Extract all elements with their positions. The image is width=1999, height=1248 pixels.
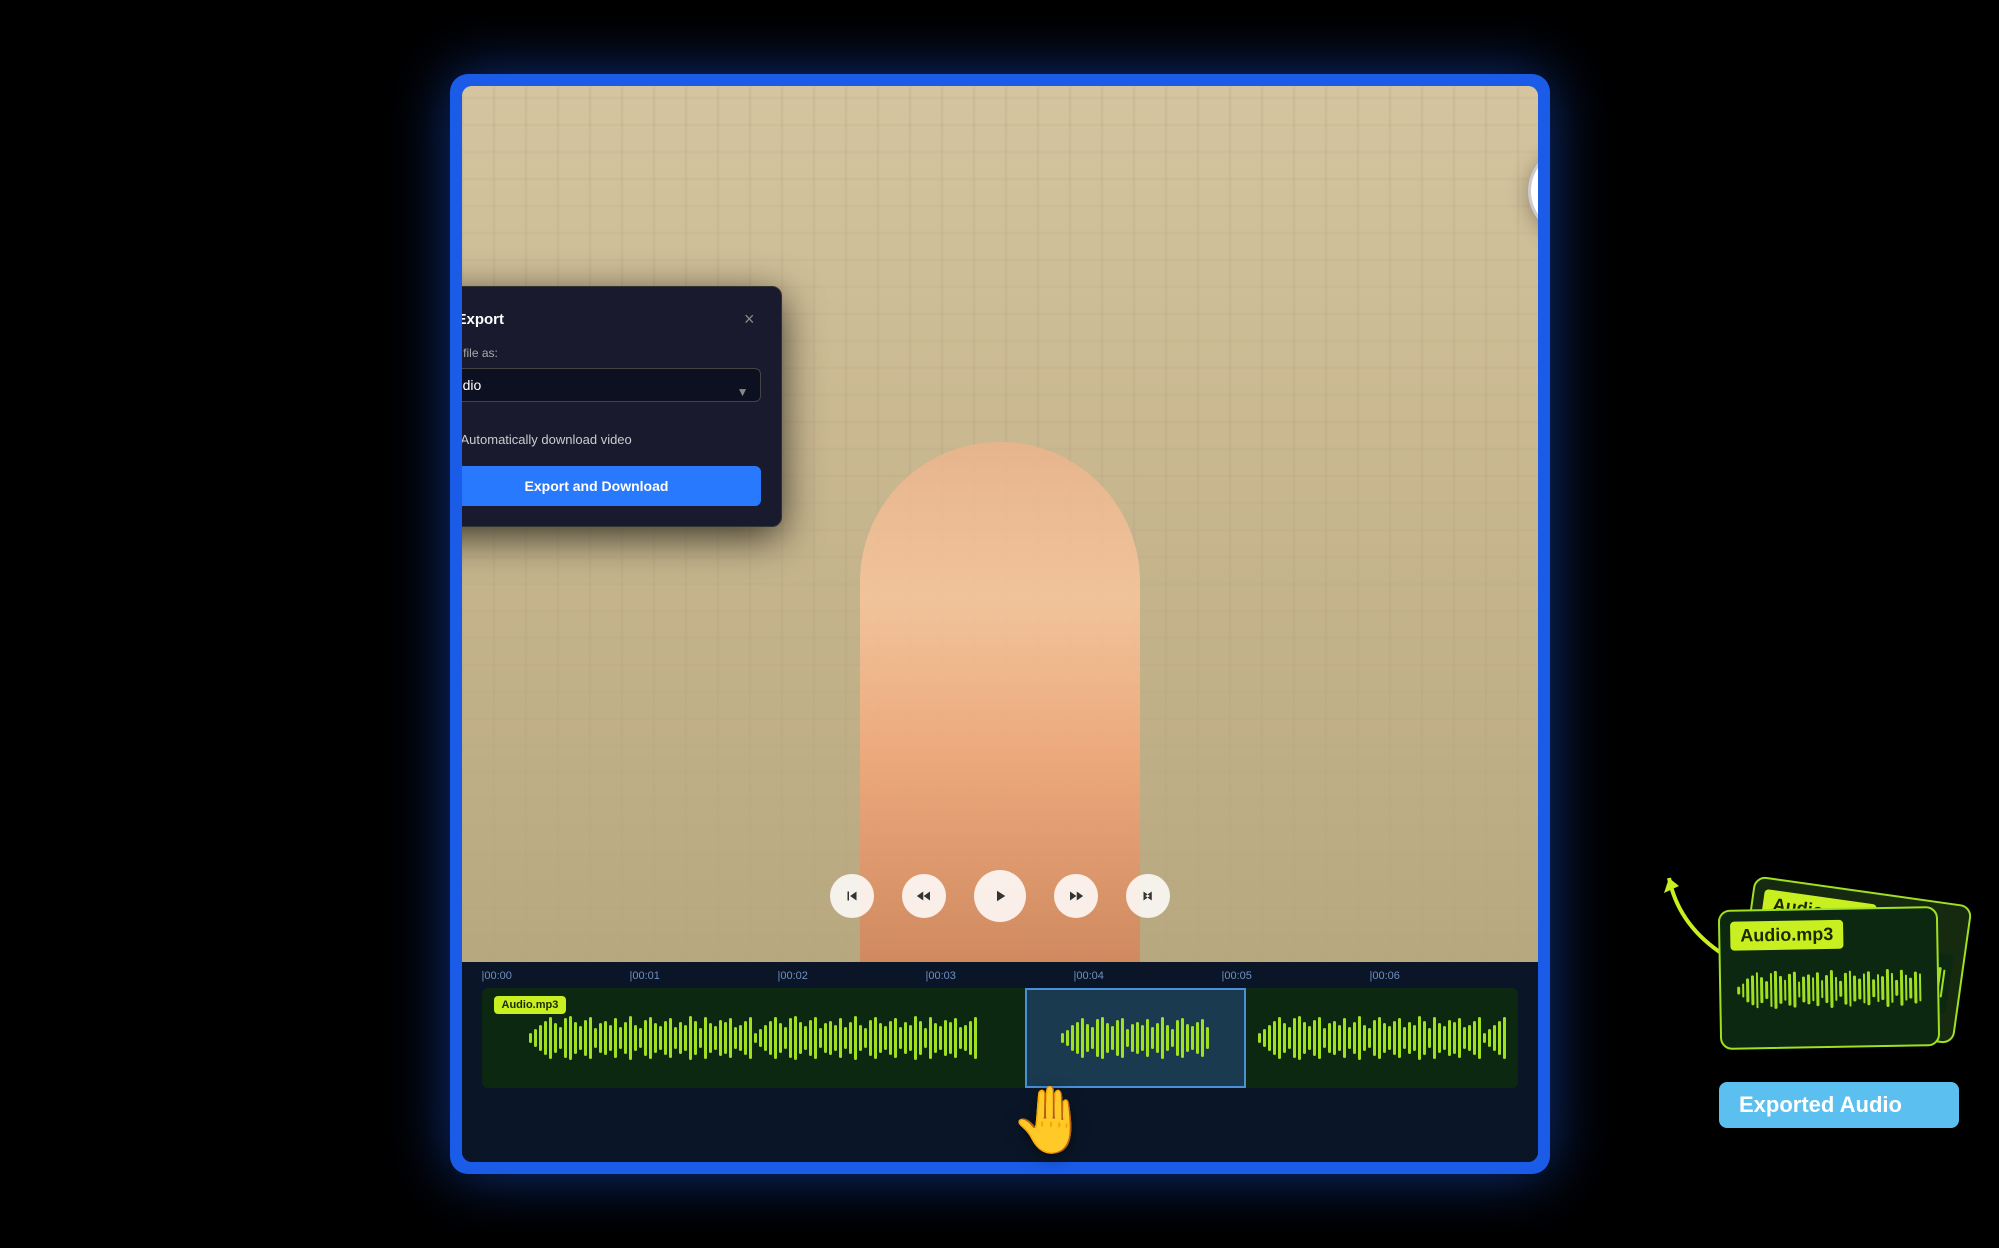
- waveform-bars-selected: [1061, 1004, 1209, 1071]
- dialog-title: Export: [462, 311, 505, 328]
- fast-forward-button[interactable]: [1054, 874, 1098, 918]
- time-mark-2: |00:02: [778, 970, 926, 982]
- skip-forward-icon: [1139, 887, 1157, 905]
- skip-back-button[interactable]: [830, 874, 874, 918]
- time-mark-6: |00:06: [1370, 970, 1518, 982]
- audio-file-stack: Audio.mp3 Audio.mp3: [1719, 890, 1959, 1070]
- app-window: Export × Save file as: Audio Video GIF ▼: [450, 74, 1550, 1174]
- waveform-bars-right: [1258, 1003, 1506, 1073]
- format-select-wrapper: Audio Video GIF ▼: [462, 368, 761, 416]
- waveform-segment-right[interactable]: [1246, 988, 1518, 1088]
- time-mark-4: |00:04: [1074, 970, 1222, 982]
- audio-filename-front: Audio.mp3: [1730, 920, 1843, 951]
- track-label: Audio.mp3: [494, 996, 567, 1014]
- skip-back-icon: [843, 887, 861, 905]
- playback-controls: [830, 870, 1170, 922]
- audio-track: Audio.mp3: [482, 988, 1518, 1088]
- dialog-title-row: Export ×: [462, 307, 761, 332]
- time-ruler: |00:00 |00:01 |00:02 |00:03 |00:04 |00:0…: [462, 970, 1538, 982]
- audio-waveform-front: [1731, 957, 1928, 1020]
- play-button[interactable]: [974, 870, 1026, 922]
- auto-download-row: Automatically download video: [462, 430, 761, 448]
- rewind-icon: [915, 887, 933, 905]
- time-mark-1: |00:01: [630, 970, 778, 982]
- auto-download-label: Automatically download video: [462, 432, 632, 447]
- audio-file-card-front: Audio.mp3: [1718, 906, 1940, 1050]
- fast-forward-icon: [1067, 887, 1085, 905]
- dialog-close-button[interactable]: ×: [738, 307, 761, 332]
- waveform-bars-main: [529, 1003, 977, 1073]
- time-mark-0: |00:00: [482, 970, 630, 982]
- cursor-hand: 🤚: [1010, 1082, 1091, 1158]
- scene: Export × Save file as: Audio Video GIF ▼: [0, 0, 1999, 1248]
- rewind-button[interactable]: [902, 874, 946, 918]
- time-mark-3: |00:03: [926, 970, 1074, 982]
- export-and-download-button[interactable]: Export and Download: [462, 466, 761, 506]
- format-select[interactable]: Audio Video GIF: [462, 368, 761, 402]
- exported-audio-label: Exported Audio: [1719, 1082, 1959, 1128]
- skip-forward-button[interactable]: [1126, 874, 1170, 918]
- play-icon: [991, 887, 1009, 905]
- dialog-title-text: Export: [462, 311, 505, 328]
- time-mark-5: |00:05: [1222, 970, 1370, 982]
- timeline-area: |00:00 |00:01 |00:02 |00:03 |00:04 |00:0…: [462, 962, 1538, 1162]
- export-dialog: Export × Save file as: Audio Video GIF ▼: [462, 286, 782, 527]
- save-as-label: Save file as:: [462, 346, 761, 360]
- waveform-segment-selected[interactable]: [1025, 988, 1246, 1088]
- video-area: Export × Save file as: Audio Video GIF ▼: [462, 86, 1538, 962]
- app-inner: Export × Save file as: Audio Video GIF ▼: [462, 86, 1538, 1162]
- exported-audio-badge: Audio.mp3 Audio.mp3 Exported Audio: [1719, 890, 1959, 1128]
